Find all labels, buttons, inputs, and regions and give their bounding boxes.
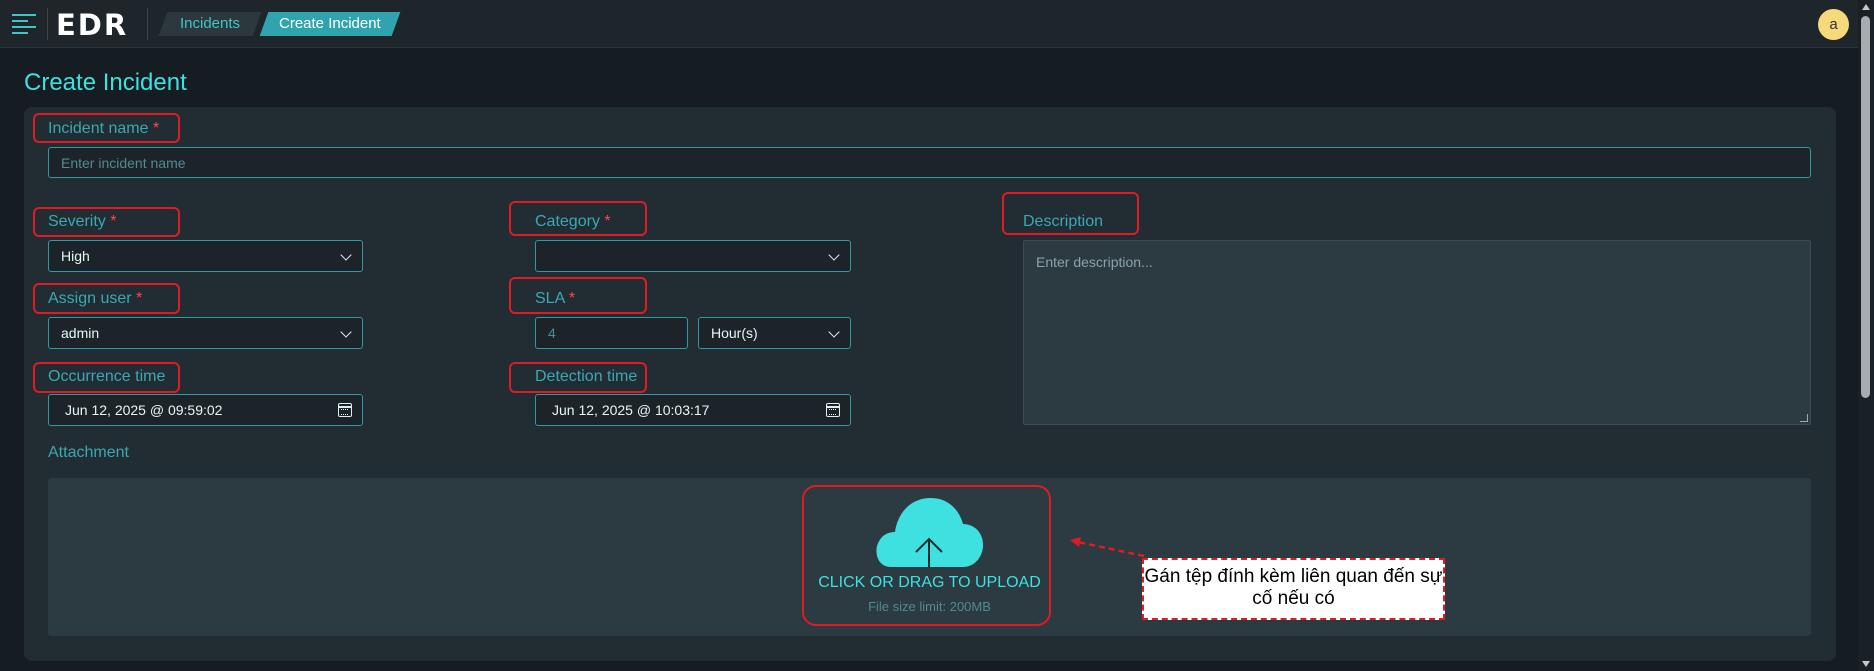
file-size-limit: File size limit: 200MB bbox=[868, 599, 991, 614]
description-textarea[interactable]: Enter description... bbox=[1023, 240, 1811, 425]
attachment-label: Attachment bbox=[48, 444, 129, 461]
scroll-down-arrow-icon[interactable] bbox=[1862, 661, 1870, 667]
chevron-down-icon bbox=[340, 249, 352, 261]
breadcrumb-create-incident[interactable]: Create Incident bbox=[259, 12, 401, 36]
page-title: Create Incident bbox=[24, 69, 187, 96]
callout-highlight bbox=[33, 113, 180, 143]
occurrence-time-picker[interactable]: Jun 12, 2025 @ 09:59:02 bbox=[48, 394, 363, 426]
callout-highlight bbox=[1002, 192, 1139, 235]
chevron-down-icon bbox=[828, 326, 840, 338]
scroll-up-arrow-icon[interactable] bbox=[1862, 4, 1870, 10]
calendar-icon[interactable] bbox=[338, 403, 352, 417]
breadcrumb-incidents[interactable]: Incidents bbox=[158, 12, 262, 36]
callout-highlight bbox=[33, 283, 180, 314]
severity-select[interactable]: High bbox=[48, 240, 363, 272]
sla-unit-select[interactable]: Hour(s) bbox=[698, 317, 851, 349]
assign-user-select[interactable]: admin bbox=[48, 317, 363, 349]
callout-highlight bbox=[33, 207, 180, 237]
callout-highlight bbox=[33, 362, 180, 393]
chevron-down-icon bbox=[828, 249, 840, 261]
top-bar: EDR Incidents Create Incident a bbox=[0, 0, 1858, 48]
sla-input[interactable]: 4 bbox=[535, 317, 688, 349]
annotation-note: Gán tệp đính kèm liên quan đến sự cố nếu… bbox=[1142, 558, 1445, 620]
incident-name-input[interactable]: Enter incident name bbox=[48, 147, 1811, 178]
menu-icon[interactable] bbox=[12, 14, 38, 34]
chevron-down-icon bbox=[340, 326, 352, 338]
callout-highlight bbox=[509, 201, 647, 236]
resize-handle-icon[interactable] bbox=[1800, 414, 1808, 422]
user-avatar[interactable]: a bbox=[1818, 9, 1849, 40]
callout-highlight bbox=[509, 277, 647, 314]
cloud-upload-icon bbox=[876, 497, 984, 567]
divider bbox=[47, 8, 48, 40]
annotation-arrow-icon bbox=[1070, 537, 1145, 558]
divider bbox=[147, 8, 148, 40]
callout-highlight bbox=[509, 362, 647, 393]
detection-time-picker[interactable]: Jun 12, 2025 @ 10:03:17 bbox=[535, 394, 851, 426]
scrollbar-thumb[interactable] bbox=[1861, 16, 1870, 398]
edr-logo[interactable]: EDR bbox=[56, 8, 128, 42]
calendar-icon[interactable] bbox=[826, 403, 840, 417]
category-select[interactable] bbox=[535, 240, 851, 272]
page-scrollbar[interactable] bbox=[1858, 0, 1874, 671]
upload-instruction: CLICK OR DRAG TO UPLOAD bbox=[818, 574, 1041, 591]
